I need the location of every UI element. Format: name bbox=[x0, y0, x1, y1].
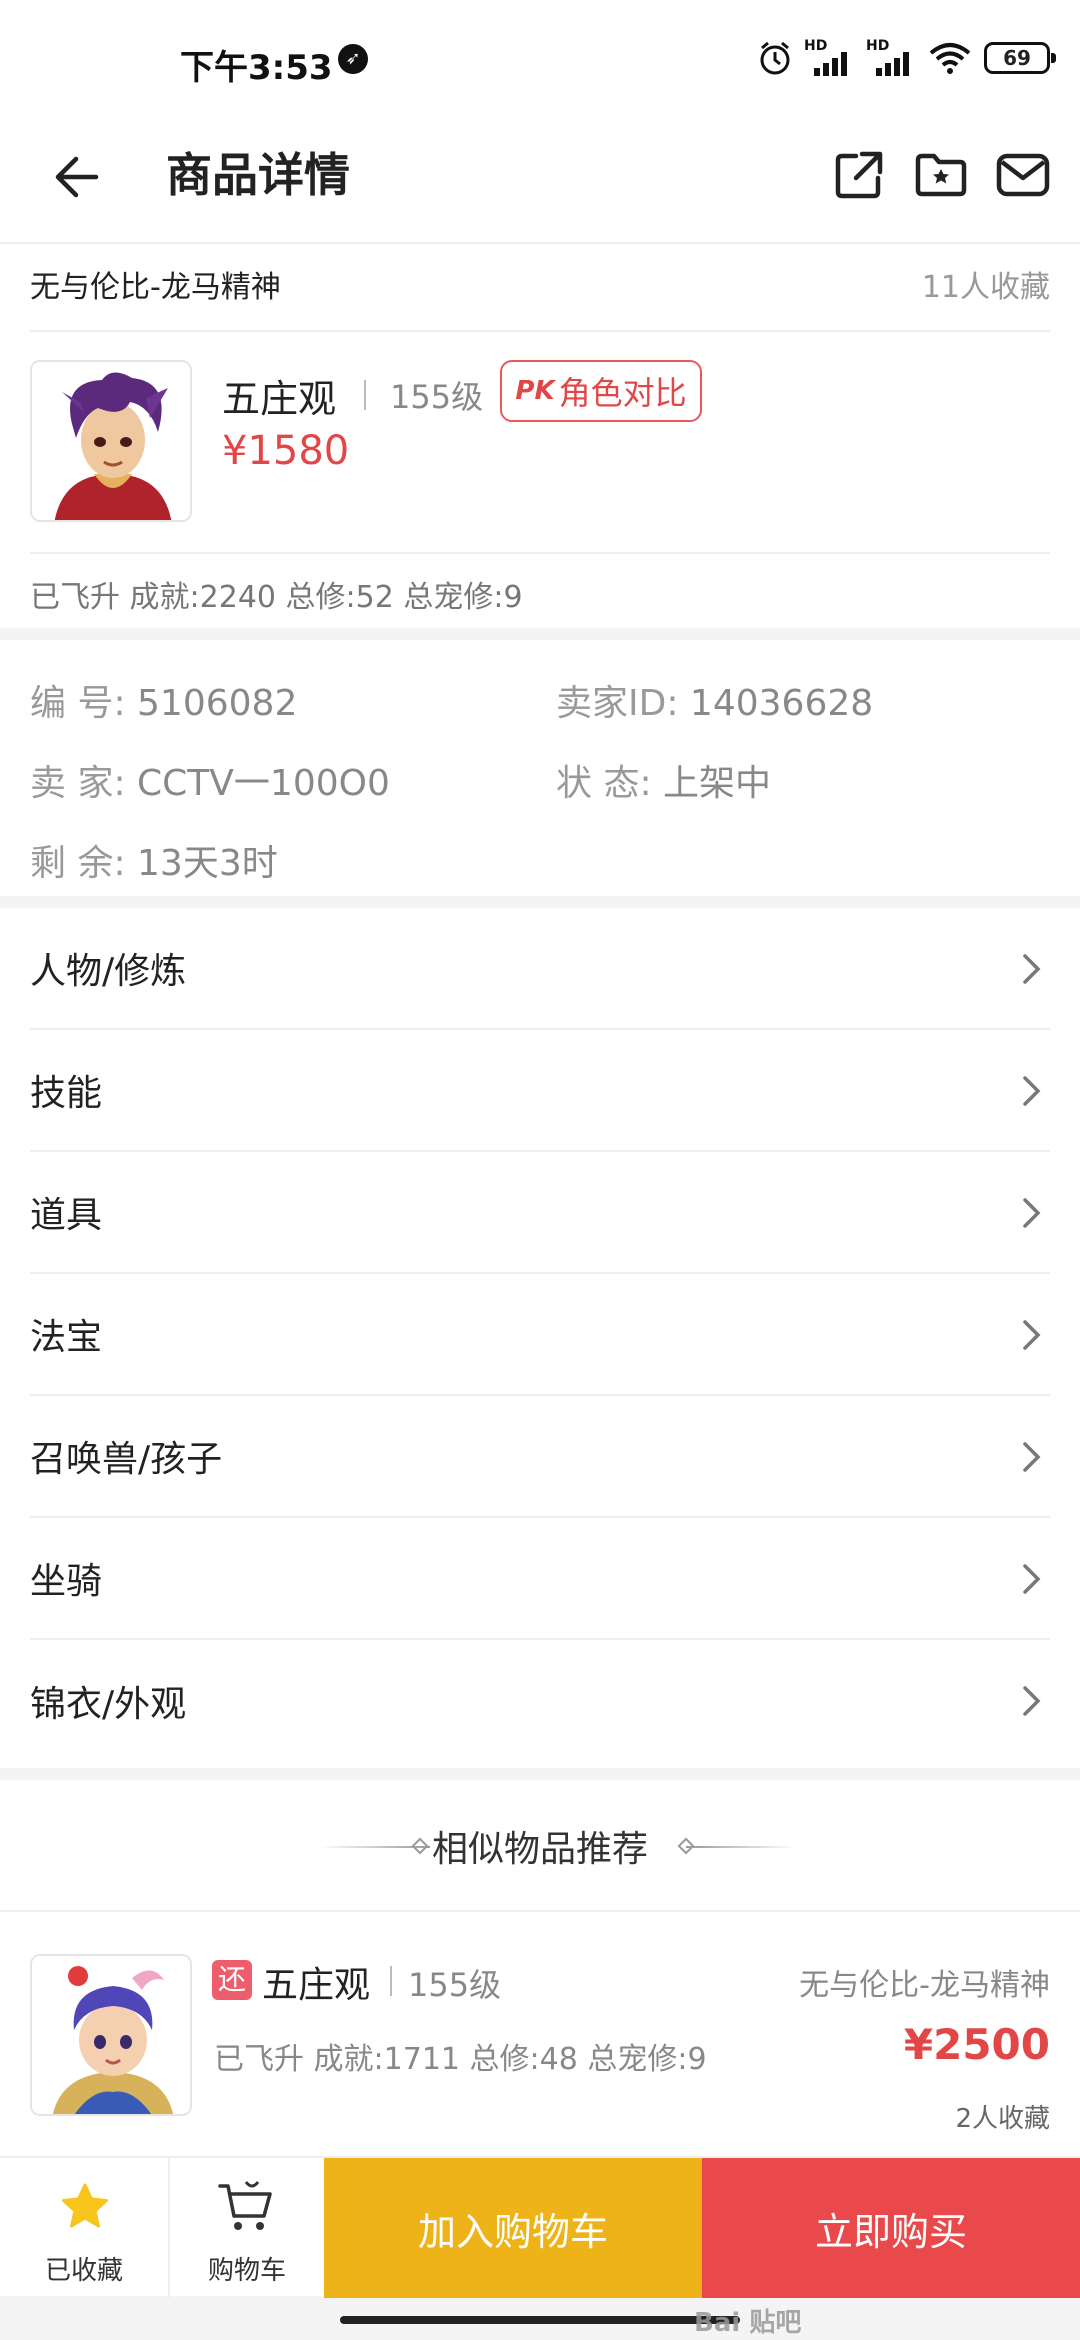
server-name: 无与伦比-龙马精神 bbox=[30, 270, 281, 305]
item-number: 编 号: 5106082 bbox=[30, 683, 298, 724]
detail-menu: 人物/修炼 技能 道具 法宝 召唤兽/孩子 坐骑 锦衣/外观 bbox=[0, 908, 1080, 1768]
menu-item-treasure[interactable]: 法宝 bbox=[30, 1274, 1050, 1396]
menu-item-pets[interactable]: 召唤兽/孩子 bbox=[30, 1396, 1050, 1518]
wifi-icon bbox=[929, 43, 971, 74]
chevron-right-icon bbox=[1023, 1076, 1041, 1106]
listing-status: 状 态: 上架中 bbox=[556, 763, 772, 804]
status-time: 下午3:53 bbox=[180, 48, 333, 88]
divider bbox=[0, 1910, 1080, 1912]
cart-tab-label: 购物车 bbox=[207, 2256, 286, 2286]
buy-now-button[interactable]: 立即购买 bbox=[702, 2158, 1080, 2298]
menu-item-mounts[interactable]: 坐骑 bbox=[30, 1518, 1050, 1640]
similar-items-title: 相似物品推荐 bbox=[431, 1829, 648, 1870]
decor-line bbox=[686, 1846, 796, 1848]
character-avatar[interactable] bbox=[30, 360, 192, 522]
recommended-server: 无与伦比-龙马精神 bbox=[799, 1968, 1050, 2003]
bottom-action-bar: 已收藏 购物车 加入购物车 立即购买 bbox=[0, 2156, 1080, 2298]
share-icon[interactable] bbox=[826, 142, 892, 208]
star-icon bbox=[62, 2183, 108, 2228]
navigation-status-icon: ➶ bbox=[338, 44, 368, 74]
chevron-right-icon bbox=[1023, 1442, 1041, 1472]
add-to-cart-button[interactable]: 加入购物车 bbox=[324, 2158, 702, 2298]
alarm-icon bbox=[760, 41, 790, 75]
chevron-right-icon bbox=[1023, 1320, 1041, 1350]
chevron-right-icon bbox=[1023, 954, 1041, 984]
menu-item-items[interactable]: 道具 bbox=[30, 1152, 1050, 1274]
status-bar: 下午3:53 ➶ HD HD 69 bbox=[0, 0, 1080, 120]
favorite-folder-icon[interactable] bbox=[908, 142, 974, 208]
page-title: 商品详情 bbox=[166, 148, 350, 202]
signal-2-icon: HD bbox=[866, 38, 916, 78]
product-info: 编 号: 5106082 卖家ID: 14036628 卖 家: CCTV一10… bbox=[0, 640, 1080, 896]
recommended-price: ¥2500 bbox=[903, 2020, 1050, 2069]
favorite-tab[interactable]: 已收藏 bbox=[0, 2158, 168, 2298]
recommended-item-avatar[interactable] bbox=[30, 1954, 192, 2116]
product-price: ¥1580 bbox=[222, 428, 350, 474]
menu-item-skills[interactable]: 技能 bbox=[30, 1030, 1050, 1152]
signal-1-icon: HD bbox=[804, 38, 854, 78]
role-level: 155级 bbox=[390, 378, 484, 416]
chevron-right-icon bbox=[1023, 1686, 1041, 1716]
character-stats: 已飞升 成就:2240 总修:52 总宠修:9 bbox=[30, 580, 523, 615]
top-app-bar: 商品详情 bbox=[0, 120, 1080, 244]
seller-id: 卖家ID: 14036628 bbox=[556, 683, 874, 724]
watermark: Bai 贴吧 bbox=[694, 2308, 802, 2338]
back-arrow-icon[interactable] bbox=[46, 144, 112, 210]
divider bbox=[30, 552, 1050, 554]
role-name: 五庄观 bbox=[222, 377, 337, 421]
cart-tab[interactable]: 购物车 bbox=[168, 2158, 324, 2298]
separator bbox=[364, 380, 366, 410]
divider bbox=[30, 330, 1050, 332]
home-indicator[interactable] bbox=[340, 2316, 740, 2324]
role-compare-button[interactable]: PK 角色对比 bbox=[500, 360, 702, 422]
time-remaining: 剩 余: 13天3时 bbox=[30, 843, 278, 884]
favorite-tab-label: 已收藏 bbox=[44, 2256, 123, 2286]
battery-indicator: 69 bbox=[984, 42, 1056, 74]
menu-item-character[interactable]: 人物/修炼 bbox=[30, 908, 1050, 1030]
separator bbox=[390, 1966, 392, 1996]
recommended-stats: 已飞升 成就:1711 总修:48 总宠修:9 bbox=[214, 2042, 707, 2077]
shopping-cart-icon bbox=[218, 2181, 272, 2230]
role-compare-label: 角色对比 bbox=[558, 374, 687, 412]
chevron-right-icon bbox=[1023, 1198, 1041, 1228]
message-icon[interactable] bbox=[990, 142, 1056, 208]
recommended-role-level: 155级 bbox=[408, 1966, 502, 2004]
product-summary: 无与伦比-龙马精神 11人收藏 五庄观 155级 PK 角色对比 ¥1580 已… bbox=[0, 244, 1080, 628]
status-icons: HD HD 69 bbox=[758, 36, 1056, 80]
menu-item-outfits[interactable]: 锦衣/外观 bbox=[30, 1640, 1050, 1762]
favorite-count: 11人收藏 bbox=[921, 270, 1050, 305]
similar-items: 相似物品推荐 还 五庄观 155级 无与伦比-龙马精神 已飞升 成就:1711 … bbox=[0, 1780, 1080, 2160]
return-tag: 还 bbox=[212, 1960, 252, 2000]
recommended-fav-count: 2人收藏 bbox=[955, 2104, 1050, 2134]
chevron-right-icon bbox=[1023, 1564, 1041, 1594]
pk-icon: PK bbox=[515, 376, 555, 406]
recommended-role-name: 五庄观 bbox=[262, 1965, 371, 2006]
seller-name: 卖 家: CCTV一100O0 bbox=[30, 763, 390, 804]
